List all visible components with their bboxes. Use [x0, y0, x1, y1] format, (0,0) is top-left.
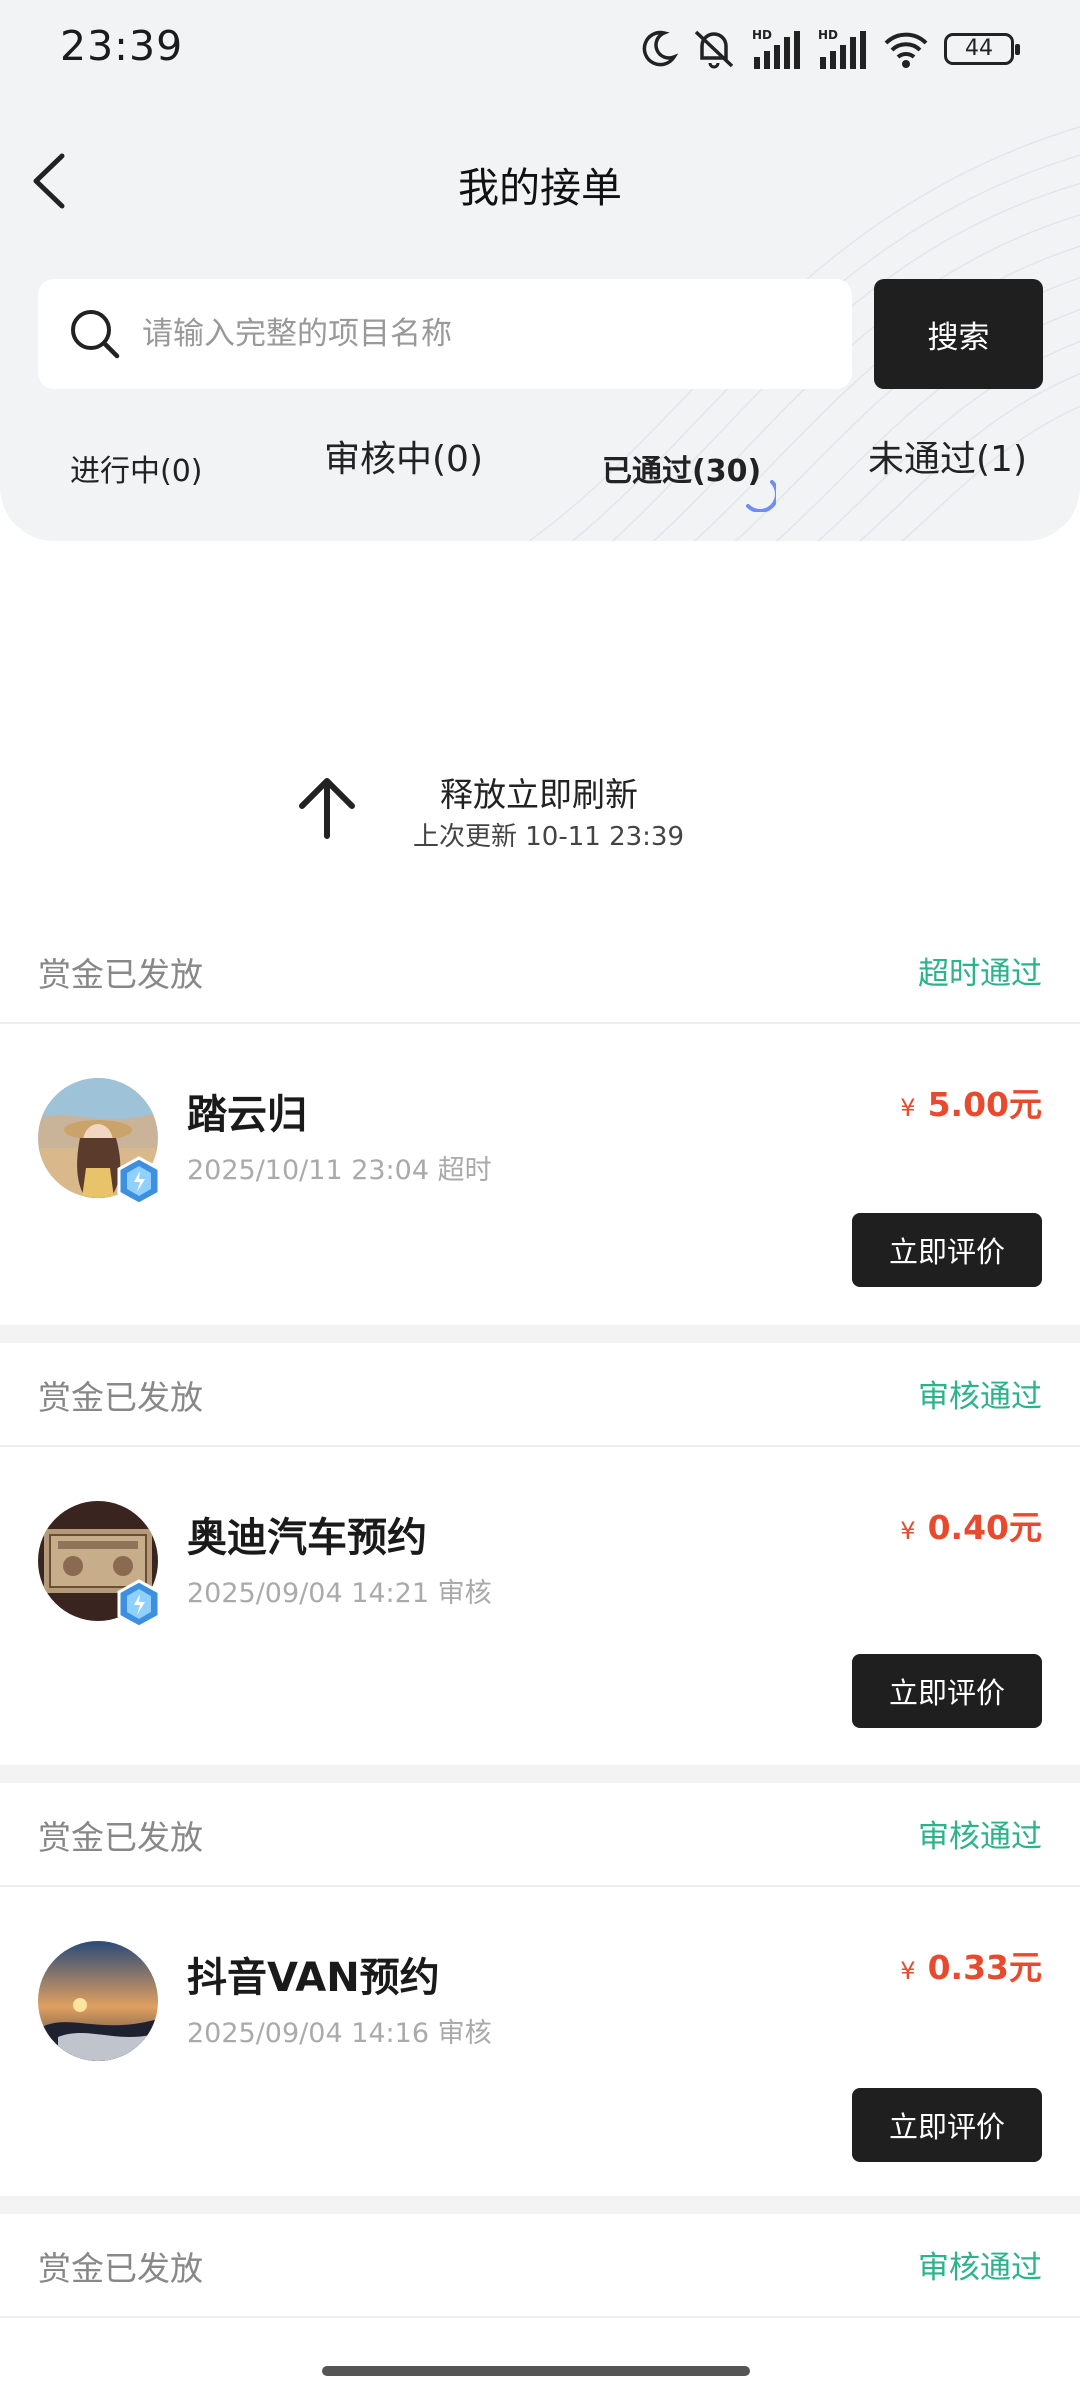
order-card[interactable]: 赏金已发放 超时通过 踏云归 2025/10/11 23:04 超时 ¥5.00…: [0, 920, 1080, 1325]
moon-icon: [642, 30, 678, 67]
approval-status: 审核通过: [918, 1819, 1042, 1855]
reward-status-label: 赏金已发放: [38, 2249, 203, 2288]
tab-rejected[interactable]: 未通过(1): [868, 430, 1027, 482]
tab-approved[interactable]: 已通过(30): [602, 446, 761, 490]
svg-text:HD: HD: [818, 28, 838, 42]
avatar[interactable]: [38, 1941, 158, 2061]
card-header: 赏金已发放 审核通过: [0, 1343, 1080, 1447]
search-button[interactable]: 搜索: [874, 279, 1043, 389]
search-box[interactable]: [38, 279, 852, 389]
approval-status: 超时通过: [918, 956, 1042, 992]
rate-now-button[interactable]: 立即评价: [852, 1654, 1042, 1728]
reward-price: ¥0.40元: [900, 1501, 1042, 1549]
verified-badge-icon: [117, 1579, 161, 1629]
signal-icon: HD: [752, 28, 800, 69]
status-bar: 23:39 HD HD 44: [0, 0, 1080, 96]
refresh-title: 释放立即刷新: [440, 775, 638, 814]
reward-price: ¥0.33元: [900, 1941, 1042, 1989]
home-indicator[interactable]: [322, 2366, 750, 2376]
approval-status: 审核通过: [918, 1379, 1042, 1415]
mute-bell-icon: [694, 30, 734, 69]
card-divider: [0, 2196, 1080, 2214]
refresh-timestamp: 上次更新 10-11 23:39: [413, 822, 685, 852]
loading-spinner-icon: [746, 480, 776, 512]
wifi-icon: [884, 32, 928, 68]
reward-status-label: 赏金已发放: [38, 1378, 203, 1417]
order-card[interactable]: 赏金已发放 审核通过 奥迪汽车预约 2025/09/04 14:21 审核 ¥0…: [0, 1343, 1080, 1765]
rate-now-button[interactable]: 立即评价: [852, 1213, 1042, 1287]
arrow-up-icon: [299, 778, 355, 839]
price-value: 0.40元: [927, 1508, 1042, 1547]
status-time: 23:39: [60, 22, 184, 70]
reward-status-label: 赏金已发放: [38, 1818, 203, 1857]
tab-under-review[interactable]: 审核中(0): [324, 430, 483, 482]
card-header: 赏金已发放 审核通过: [0, 2214, 1080, 2318]
signal-icon-2: HD: [818, 28, 866, 69]
currency-symbol: ¥: [900, 1094, 916, 1122]
order-card[interactable]: 赏金已发放 审核通过 抖音VAN预约 2025/09/04 14:16 审核 ¥…: [0, 1783, 1080, 2196]
card-header: 赏金已发放 超时通过: [0, 920, 1080, 1024]
item-name: 奥迪汽车预约: [187, 1515, 427, 1561]
verified-badge-icon: [117, 1156, 161, 1206]
svg-text:HD: HD: [752, 28, 772, 42]
status-icons: HD HD 44: [640, 26, 1020, 72]
approval-status: 审核通过: [918, 2250, 1042, 2286]
reward-price: ¥5.00元: [900, 1078, 1042, 1126]
reward-status-label: 赏金已发放: [38, 955, 203, 994]
item-name: 踏云归: [187, 1092, 307, 1138]
currency-symbol: ¥: [900, 1517, 916, 1545]
item-meta: 2025/09/04 14:16 审核: [187, 2018, 492, 2049]
card-divider: [0, 1765, 1080, 1783]
search-icon: [71, 310, 120, 359]
price-value: 0.33元: [927, 1948, 1042, 1987]
search-input[interactable]: [142, 279, 832, 389]
price-value: 5.00元: [927, 1085, 1042, 1124]
battery-icon: 44: [944, 33, 1020, 65]
page-title: 我的接单: [458, 164, 622, 212]
tab-in-progress[interactable]: 进行中(0): [70, 446, 203, 490]
card-header: 赏金已发放 审核通过: [0, 1783, 1080, 1887]
rate-now-button[interactable]: 立即评价: [852, 2088, 1042, 2162]
item-meta: 2025/09/04 14:21 审核: [187, 1578, 492, 1609]
currency-symbol: ¥: [900, 1957, 916, 1985]
item-name: 抖音VAN预约: [187, 1955, 440, 2001]
card-divider: [0, 1325, 1080, 1343]
item-meta: 2025/10/11 23:04 超时: [187, 1155, 492, 1186]
